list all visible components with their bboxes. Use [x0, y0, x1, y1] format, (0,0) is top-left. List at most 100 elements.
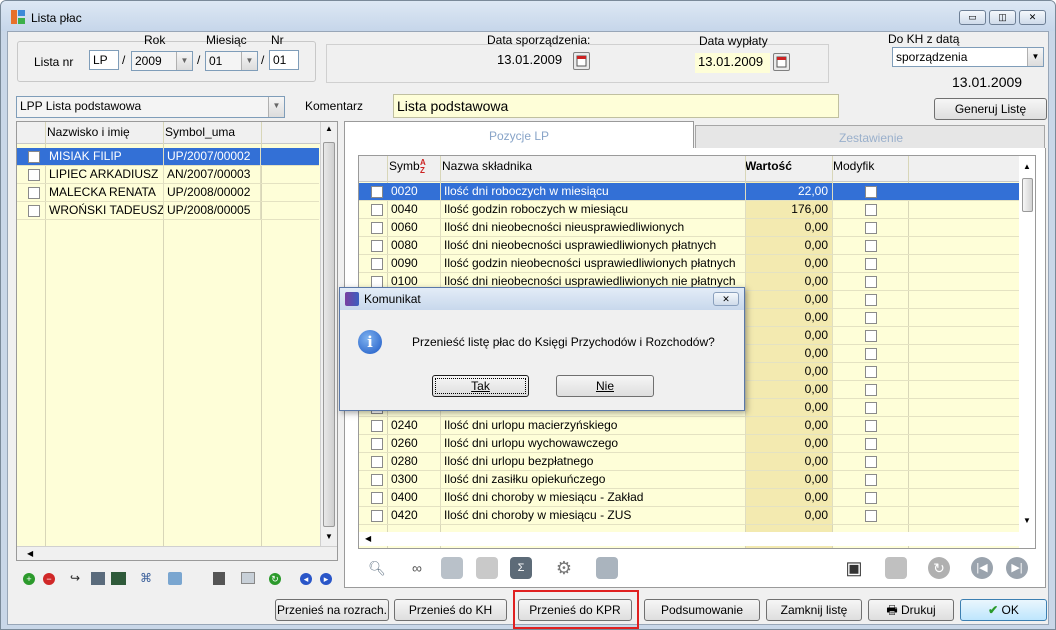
row-checkbox[interactable] [371, 456, 383, 468]
modified-checkbox[interactable] [865, 222, 877, 234]
next-icon[interactable]: ▸ [320, 573, 332, 585]
modified-checkbox[interactable] [865, 348, 877, 360]
przenies-kh-button[interactable]: Przenieś do KH [394, 599, 507, 621]
chevron-down-icon[interactable]: ▼ [268, 97, 284, 117]
generuj-liste-button[interactable]: Generuj Listę [934, 98, 1047, 120]
modified-checkbox[interactable] [865, 510, 877, 522]
scroll-left-icon[interactable]: ◀ [27, 549, 33, 558]
list-type-combo[interactable]: LPP Lista podstawowa ▼ [16, 96, 285, 118]
search-icon[interactable]: 🔍︎ [366, 557, 388, 579]
items-vscroll[interactable]: ▲ ▼ [1019, 156, 1035, 548]
prev-icon[interactable]: ◂ [300, 573, 312, 585]
table-row[interactable]: 0240 Ilość dni urlopu macierzyńskiego 0,00 [359, 417, 1019, 435]
modified-checkbox[interactable] [865, 294, 877, 306]
table-row[interactable]: WROŃSKI TADEUSZ UP/2008/00005 [17, 202, 319, 220]
scroll-up-icon[interactable]: ▲ [1023, 162, 1031, 171]
scroll-left-icon[interactable]: ◀ [365, 534, 371, 543]
scroll-thumb[interactable] [1022, 178, 1033, 212]
remove-icon[interactable]: − [43, 573, 55, 585]
row-checkbox[interactable] [371, 222, 383, 234]
refresh-icon[interactable]: ↻ [928, 557, 950, 579]
table-row[interactable]: 0420 Ilość dni choroby w miesiącu - ZUS 0,… [359, 507, 1019, 525]
modified-checkbox[interactable] [865, 402, 877, 414]
table-row[interactable]: 0280 Ilość dni urlopu bezpłatnego 0,00 [359, 453, 1019, 471]
tab-pozycje-lp[interactable]: Pozycje LP [344, 121, 694, 149]
modified-checkbox[interactable] [865, 456, 877, 468]
drukuj-button[interactable]: 🖶︎ Drukuj [868, 599, 954, 621]
items-hscroll[interactable]: ◀ [359, 532, 1019, 546]
data-sporzadzenia-field[interactable]: 13.01.2009 [494, 51, 564, 71]
scroll-down-icon[interactable]: ▼ [325, 532, 333, 541]
table-row[interactable]: 0300 Ilość dni zasiłku opiekuńczego 0,00 [359, 471, 1019, 489]
sheet-icon[interactable] [111, 572, 126, 585]
col-name-header[interactable]: Nazwisko i imię [47, 125, 130, 139]
scroll-down-icon[interactable]: ▼ [1023, 516, 1031, 525]
calendar-icon[interactable] [773, 53, 790, 71]
grid-icon[interactable]: ⌘ [140, 571, 152, 585]
dialog-yes-button[interactable]: Tak [432, 375, 529, 397]
przenies-kpr-button[interactable]: Przenieś do KPR [518, 599, 632, 621]
row-checkbox[interactable] [28, 205, 40, 217]
scroll-up-icon[interactable]: ▲ [325, 124, 333, 133]
modified-checkbox[interactable] [865, 384, 877, 396]
row-checkbox[interactable] [28, 169, 40, 181]
refresh-icon[interactable]: ↻ [269, 573, 281, 585]
sort-az-icon[interactable]: AZ [420, 159, 426, 175]
scroll-thumb[interactable] [323, 142, 335, 527]
modified-checkbox[interactable] [865, 258, 877, 270]
save-icon[interactable]: ▣ [843, 557, 865, 579]
list-nr-field[interactable]: 01 [269, 50, 299, 70]
col-mod-header[interactable]: Modyfik [833, 159, 874, 173]
row-checkbox[interactable] [371, 492, 383, 504]
close-button[interactable]: ✕ [1019, 10, 1046, 25]
table-row[interactable]: 0080 Ilość dni nieobecności usprawiedliwi… [359, 237, 1019, 255]
table-row[interactable]: MISIAK FILIP UP/2007/00002 [17, 148, 319, 166]
modified-checkbox[interactable] [865, 204, 877, 216]
binoculars-icon[interactable]: ∞ [406, 557, 428, 579]
gear-icon[interactable]: ⚙ [553, 557, 575, 579]
row-checkbox[interactable] [371, 258, 383, 270]
modified-checkbox[interactable] [865, 312, 877, 324]
modified-checkbox[interactable] [865, 186, 877, 198]
calendar-icon[interactable] [573, 52, 590, 70]
row-checkbox[interactable] [371, 438, 383, 450]
dialog-no-button[interactable]: Nie [556, 375, 654, 397]
zamknij-liste-button[interactable]: Zamknij listę [766, 599, 862, 621]
year-combo[interactable]: 2009 ▼ [131, 51, 193, 71]
data-wyplaty-field[interactable]: 13.01.2009 [695, 53, 770, 73]
month-combo[interactable]: 01 ▼ [205, 51, 258, 71]
calc-icon[interactable] [91, 572, 105, 585]
table-row[interactable]: 0400 Ilość dni choroby w miesiącu - Zakła… [359, 489, 1019, 507]
modified-checkbox[interactable] [865, 330, 877, 342]
modified-checkbox[interactable] [865, 276, 877, 288]
list-prefix-field[interactable]: LP [89, 50, 119, 70]
col-name-header[interactable]: Nazwa składnika [442, 159, 532, 173]
table-row[interactable]: 0020 Ilość dni roboczych w miesiącu 22,00 [359, 183, 1019, 201]
modified-checkbox[interactable] [865, 240, 877, 252]
monitor-icon[interactable] [596, 557, 618, 579]
table-row[interactable]: LIPIEC ARKADIUSZ AN/2007/00003 [17, 166, 319, 184]
maximize-button[interactable]: ◫ [989, 10, 1016, 25]
modified-checkbox[interactable] [865, 474, 877, 486]
copy-icon[interactable] [241, 572, 255, 584]
row-checkbox[interactable] [371, 510, 383, 522]
col-symbol-header[interactable]: Symb [389, 159, 420, 173]
document-icon[interactable] [476, 557, 498, 579]
komentarz-field[interactable]: Lista podstawowa [393, 94, 839, 118]
table-row[interactable]: 0260 Ilość dni urlopu wychowawczego 0,00 [359, 435, 1019, 453]
dialog-close-button[interactable]: ✕ [713, 292, 739, 306]
modified-checkbox[interactable] [865, 438, 877, 450]
col-value-header[interactable]: Wartość [745, 159, 792, 173]
last-page-icon[interactable]: ▶| [1006, 557, 1028, 579]
table-row[interactable]: MALECKA RENATA UP/2008/00002 [17, 184, 319, 202]
row-checkbox[interactable] [371, 240, 383, 252]
chevron-down-icon[interactable]: ▼ [176, 52, 192, 70]
ok-button[interactable]: ✔ OK [960, 599, 1047, 621]
podsumowanie-button[interactable]: Podsumowanie [644, 599, 760, 621]
przenies-rozrach-button[interactable]: Przenieś na rozrach. [275, 599, 389, 621]
first-page-icon[interactable]: |◀ [971, 557, 993, 579]
minimize-button[interactable]: ▭ [959, 10, 986, 25]
row-checkbox[interactable] [371, 420, 383, 432]
modified-checkbox[interactable] [865, 492, 877, 504]
add-icon[interactable]: + [23, 573, 35, 585]
